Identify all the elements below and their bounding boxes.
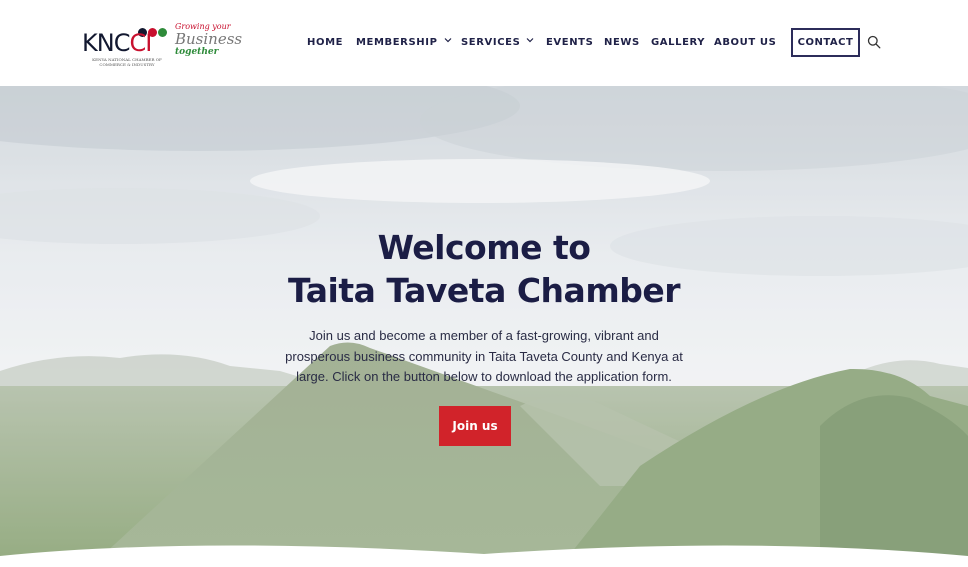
logo-tagline-2: Business bbox=[175, 30, 243, 48]
nav-item-news[interactable]: NEWS bbox=[604, 36, 640, 50]
kncci-logo[interactable]: KNCCI KENYA NATIONAL CHAMBER OF COMMERCE… bbox=[82, 19, 242, 69]
logo-subtext: KENYA NATIONAL CHAMBER OF COMMERCE & IND… bbox=[92, 57, 162, 67]
join-us-button[interactable]: Join us bbox=[439, 406, 511, 446]
nav-item-gallery[interactable]: GALLERY bbox=[651, 36, 705, 50]
nav-item-about-us[interactable]: ABOUT US bbox=[714, 36, 776, 50]
nav-item-membership[interactable]: MEMBERSHIP bbox=[356, 36, 452, 50]
site-header: KNCCI KENYA NATIONAL CHAMBER OF COMMERCE… bbox=[0, 0, 968, 86]
nav-item-home[interactable]: HOME bbox=[307, 36, 343, 50]
chevron-down-icon bbox=[526, 38, 534, 43]
nav-item-services[interactable]: SERVICES bbox=[461, 36, 534, 50]
search-icon[interactable] bbox=[867, 35, 881, 49]
chevron-down-icon bbox=[444, 38, 451, 43]
hero-description: Join us and become a member of a fast-gr… bbox=[285, 328, 683, 384]
hero-title-line-2: Taita Taveta Chamber bbox=[288, 271, 680, 310]
nav-item-events[interactable]: EVENTS bbox=[546, 36, 593, 50]
hero-title-line-1: Welcome to bbox=[377, 228, 591, 267]
logo-wordmark: KNCCI bbox=[82, 29, 152, 57]
hero-section: Welcome to Taita Taveta Chamber Join us … bbox=[0, 86, 968, 567]
logo-tagline-3: together bbox=[175, 47, 219, 57]
contact-button[interactable]: CONTACT bbox=[791, 28, 860, 57]
